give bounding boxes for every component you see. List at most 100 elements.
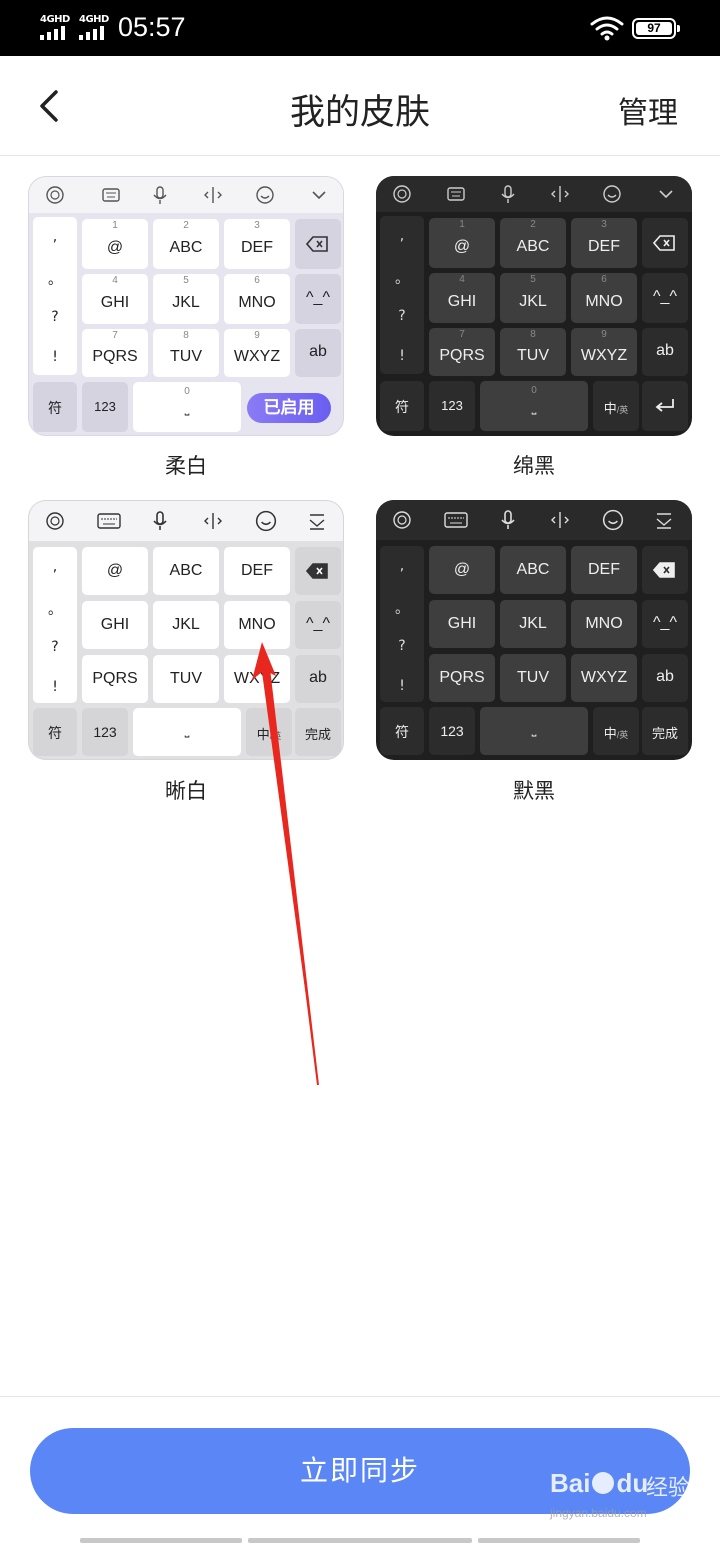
hide-keyboard-icon xyxy=(309,514,325,530)
hide-keyboard-icon xyxy=(656,513,672,529)
punctuation-column: , 。 ? ! xyxy=(380,216,424,374)
key-def: DEF xyxy=(571,546,637,594)
ime-logo-icon xyxy=(393,511,411,529)
key-space: 0 ⎵ xyxy=(480,381,588,431)
cursor-move-icon xyxy=(551,512,569,528)
key-ab: ab xyxy=(642,328,688,376)
key-done: 完成 xyxy=(642,707,688,755)
key-tuv: TUV xyxy=(500,654,566,702)
key-zh-en: 中/英 xyxy=(246,708,292,756)
key-zh-en: 中/英 xyxy=(593,381,639,431)
key-space: 0 ⎵ xyxy=(133,382,241,432)
key-mno: MNO xyxy=(571,600,637,648)
key-pqrs: PQRS xyxy=(82,655,148,703)
key-6: 6 MNO xyxy=(224,274,290,324)
key-wxyz: WXYZ xyxy=(571,654,637,702)
key-symbols: 符 xyxy=(33,382,77,432)
baidu-jingyan-watermark: Bai du 经验 jingyan.baidu.com xyxy=(550,1468,691,1520)
key-symbols: 符 xyxy=(380,707,424,755)
key-symbols: 符 xyxy=(380,381,424,431)
key-mno: MNO xyxy=(224,601,290,649)
key-abc: ABC xyxy=(153,547,219,595)
key-6: 6 MNO xyxy=(571,273,637,323)
key-tuv: TUV xyxy=(153,655,219,703)
key-wxyz: WXYZ xyxy=(224,655,290,703)
cursor-move-icon xyxy=(204,187,222,203)
manage-button[interactable]: 管理 xyxy=(618,88,678,132)
keyboard-toolbar xyxy=(29,177,343,213)
keyboard-toolbar xyxy=(29,501,343,541)
mic-icon xyxy=(501,510,515,529)
ime-logo-icon xyxy=(46,512,64,530)
key-enter xyxy=(642,381,688,431)
backspace-icon xyxy=(306,563,328,579)
skin-name-default-black: 默黑 xyxy=(513,779,555,803)
key-emoticon: ^_^ xyxy=(295,601,341,649)
keyboard-icon xyxy=(447,187,465,201)
keyboard-toolbar xyxy=(376,500,692,540)
emoji-icon xyxy=(255,510,277,532)
keyboard-icon xyxy=(102,188,120,202)
keyboard-icon xyxy=(444,512,468,528)
battery-icon: 97 xyxy=(632,18,680,39)
key-5: 5 JKL xyxy=(500,273,566,323)
key-8: 8 TUV xyxy=(153,329,219,377)
skin-name-clear-white: 晰白 xyxy=(165,779,207,803)
key-7: 7 PQRS xyxy=(82,329,148,377)
key-1: 1 @ xyxy=(429,218,495,268)
emoji-icon xyxy=(603,185,621,203)
key-7: 7 PQRS xyxy=(429,328,495,376)
key-symbols: 符 xyxy=(33,708,77,756)
mic-icon xyxy=(501,185,515,203)
collapse-chevron-icon xyxy=(312,191,326,200)
key-ab: ab xyxy=(295,329,341,377)
skin-card-default-black[interactable]: , 。 ? ! @ ABC DEF GHI JKL MNO ^_^ PQRS T… xyxy=(376,500,692,760)
key-emoticon: ^_^ xyxy=(642,273,688,323)
skin-card-clear-white[interactable]: , 。 ? ! @ ABC DEF GHI JKL MNO ^_^ PQRS T… xyxy=(28,500,344,760)
emoji-icon xyxy=(602,509,624,531)
key-emoticon: ^_^ xyxy=(642,600,688,648)
battery-level: 97 xyxy=(636,22,672,35)
key-5: 5 JKL xyxy=(153,274,219,324)
signal-sim1-icon: 4GHD xyxy=(40,14,76,40)
key-abc: ABC xyxy=(500,546,566,594)
backspace-icon xyxy=(306,236,328,252)
status-bar: 4GHD 4GHD 05:57 97 xyxy=(0,0,720,56)
key-space: ⎵ xyxy=(133,708,241,756)
bottom-divider xyxy=(0,1396,720,1397)
key-2: 2 ABC xyxy=(500,218,566,268)
skin-name-soft-white: 柔白 xyxy=(165,454,207,478)
keyboard-icon xyxy=(97,513,121,529)
nav-indicator-3 xyxy=(478,1538,640,1543)
key-pqrs: PQRS xyxy=(429,654,495,702)
key-delete xyxy=(642,546,688,594)
key-1: 1 @ xyxy=(82,219,148,269)
key-123: 123 xyxy=(429,381,475,431)
enabled-badge: 已启用 xyxy=(247,393,331,423)
skin-name-soft-black: 绵黑 xyxy=(513,454,555,478)
key-3: 3 DEF xyxy=(571,218,637,268)
skin-card-soft-black[interactable]: , 。 ? ! 1 @ 2 ABC 3 DEF 4 GHI 5 JKL 6 MNO ^_^ … xyxy=(376,176,692,436)
backspace-icon xyxy=(653,562,675,578)
signal-sim2-icon: 4GHD xyxy=(79,14,115,40)
page-title: 我的皮肤 xyxy=(289,93,430,133)
key-space: ⎵ xyxy=(480,707,588,755)
key-3: 3 DEF xyxy=(224,219,290,269)
key-jkl: JKL xyxy=(153,601,219,649)
key-at: @ xyxy=(429,546,495,594)
key-2: 2 ABC xyxy=(153,219,219,269)
key-delete xyxy=(295,547,341,595)
header: 我的皮肤 管理 xyxy=(0,56,720,156)
key-4: 4 GHI xyxy=(82,274,148,324)
key-at: @ xyxy=(82,547,148,595)
punctuation-column: , 。 ? ! xyxy=(33,547,77,703)
key-9: 9 WXYZ xyxy=(224,329,290,377)
emoji-icon xyxy=(256,186,274,204)
skin-card-soft-white[interactable]: , 。 ? ! 1 @ 2 ABC 3 DEF 4 GHI 5 JKL 6 MNO ^_^ … xyxy=(28,176,344,436)
status-time: 05:57 xyxy=(118,12,186,42)
punctuation-column: , 。 ? ! xyxy=(33,217,77,375)
mic-icon xyxy=(153,186,167,204)
wifi-icon xyxy=(590,16,624,41)
key-ghi: GHI xyxy=(429,600,495,648)
key-123: 123 xyxy=(429,707,475,755)
